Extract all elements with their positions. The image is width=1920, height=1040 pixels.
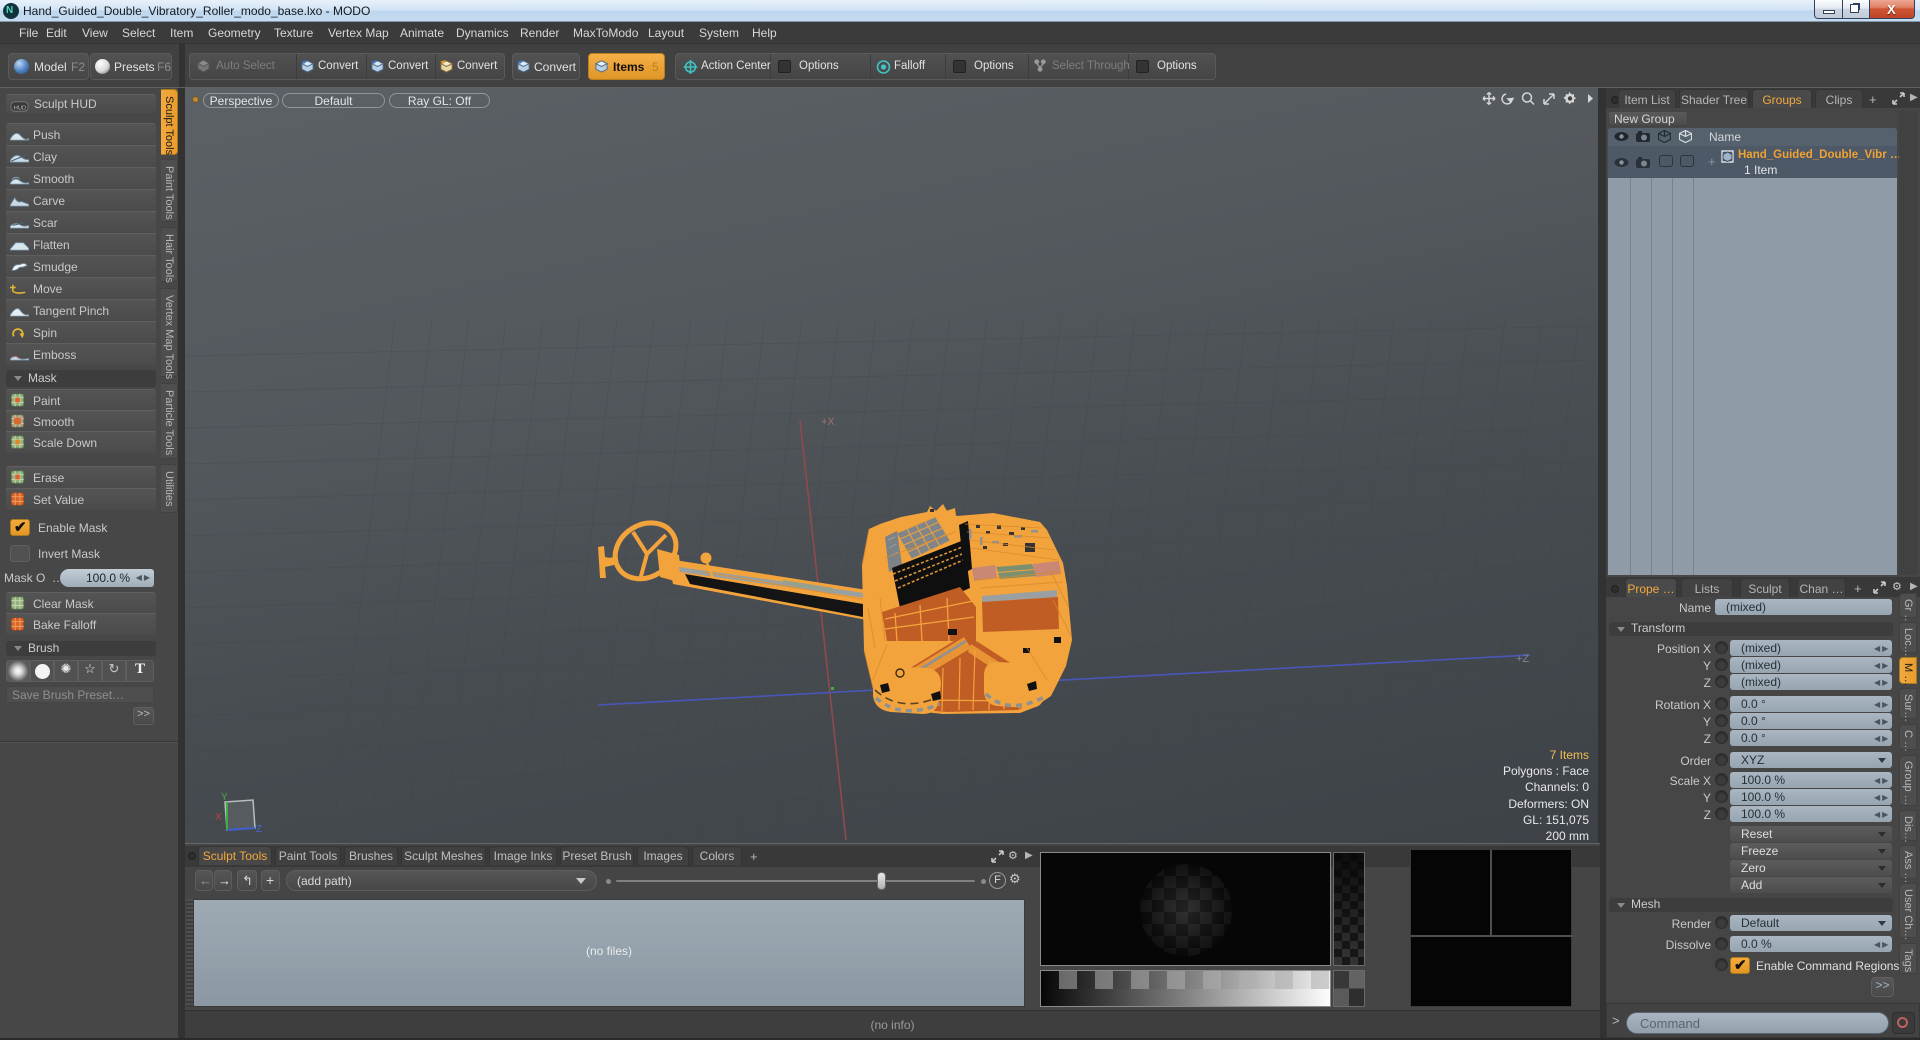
svg-text:HUD: HUD [14,105,26,111]
svg-text:Z: Z [256,824,262,835]
svg-text:+Z: +Z [1516,653,1529,665]
svg-text:X: X [215,812,222,823]
svg-text:Y: Y [221,792,228,803]
svg-text:+X: +X [821,416,835,428]
